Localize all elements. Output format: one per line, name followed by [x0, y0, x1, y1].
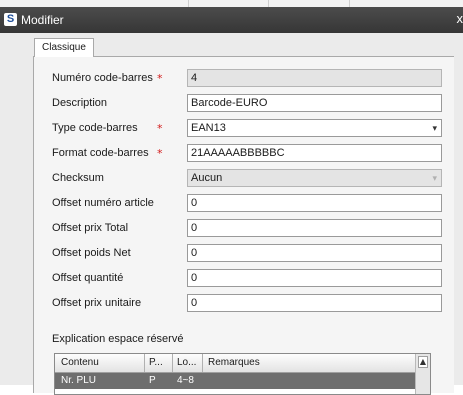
field-label: Offset quantité: [52, 272, 123, 284]
form-row: Offset prix unitaire 0: [52, 294, 432, 314]
form-row: Offset prix Total 0: [52, 219, 432, 239]
form-row: Offset poids Net 0: [52, 244, 432, 264]
background-divider: [188, 0, 189, 7]
form-row: Type code-barres * EAN13 ▾: [52, 119, 432, 139]
offset-net-weight-input[interactable]: 0: [187, 244, 442, 262]
barcode-type-select[interactable]: EAN13 ▾: [187, 119, 442, 137]
select-value: Aucun: [191, 172, 222, 184]
tab-panel: Numéro code-barres * 4 Description Barco…: [33, 56, 454, 393]
field-label: Type code-barres: [52, 122, 138, 134]
background-divider: [268, 0, 269, 7]
field-label: Checksum: [52, 172, 104, 184]
form-row: Checksum Aucun ▾: [52, 169, 432, 189]
column-header-lo[interactable]: Lo...: [177, 357, 196, 368]
offset-article-number-input[interactable]: 0: [187, 194, 442, 212]
background-divider: [349, 0, 350, 7]
chevron-down-icon: ▾: [432, 170, 437, 186]
select-value: EAN13: [191, 122, 226, 134]
cell-lo: 4~8: [177, 375, 194, 386]
field-label: Offset numéro article: [52, 197, 154, 209]
field-label: Description: [52, 97, 107, 109]
modifier-dialog: S Modifier x Classique Numéro code-barre…: [0, 7, 463, 385]
window-title: Modifier: [21, 13, 64, 27]
field-label: Offset prix Total: [52, 222, 128, 234]
field-label: Numéro code-barres: [52, 72, 153, 84]
required-marker: *: [157, 122, 163, 135]
vertical-scrollbar[interactable]: ▲: [415, 354, 430, 394]
app-logo-icon: S: [4, 13, 17, 26]
offset-unit-price-input[interactable]: 0: [187, 294, 442, 312]
cell-contenu: Nr. PLU: [61, 375, 96, 386]
form-row: Description Barcode-EURO: [52, 94, 432, 114]
field-label: Offset prix unitaire: [52, 297, 141, 309]
checksum-select: Aucun ▾: [187, 169, 442, 187]
scroll-up-icon[interactable]: ▲: [418, 356, 428, 368]
column-divider[interactable]: [172, 354, 173, 372]
description-input[interactable]: Barcode-EURO: [187, 94, 442, 112]
column-header-p[interactable]: P...: [149, 357, 163, 368]
chevron-down-icon[interactable]: ▾: [432, 120, 437, 136]
field-label: Format code-barres: [52, 147, 149, 159]
reserved-table: Contenu P... Lo... Remarques Nr. PLU P 4…: [54, 353, 431, 395]
form-row: Offset quantité 0: [52, 269, 432, 289]
barcode-number-field: 4: [187, 69, 442, 87]
title-bar: S Modifier x: [0, 7, 463, 33]
column-header-remarques[interactable]: Remarques: [208, 357, 260, 368]
tab-classique[interactable]: Classique: [34, 38, 94, 57]
reserved-section-title: Explication espace réservé: [52, 333, 183, 345]
background-window-strip: [0, 0, 463, 7]
table-row[interactable]: Nr. PLU P 4~8: [55, 373, 415, 389]
close-icon[interactable]: x: [457, 11, 463, 26]
required-marker: *: [157, 72, 163, 85]
column-header-contenu[interactable]: Contenu: [61, 357, 99, 368]
field-label: Offset poids Net: [52, 247, 131, 259]
barcode-format-input[interactable]: 21AAAAABBBBBC: [187, 144, 442, 162]
offset-total-price-input[interactable]: 0: [187, 219, 442, 237]
form-row: Numéro code-barres * 4: [52, 69, 432, 89]
table-header: Contenu P... Lo... Remarques: [55, 354, 415, 373]
offset-quantity-input[interactable]: 0: [187, 269, 442, 287]
column-divider[interactable]: [144, 354, 145, 372]
required-marker: *: [157, 147, 163, 160]
column-divider[interactable]: [202, 354, 203, 372]
form-row: Format code-barres * 21AAAAABBBBBC: [52, 144, 432, 164]
form-row: Offset numéro article 0: [52, 194, 432, 214]
cell-p: P: [149, 375, 156, 386]
